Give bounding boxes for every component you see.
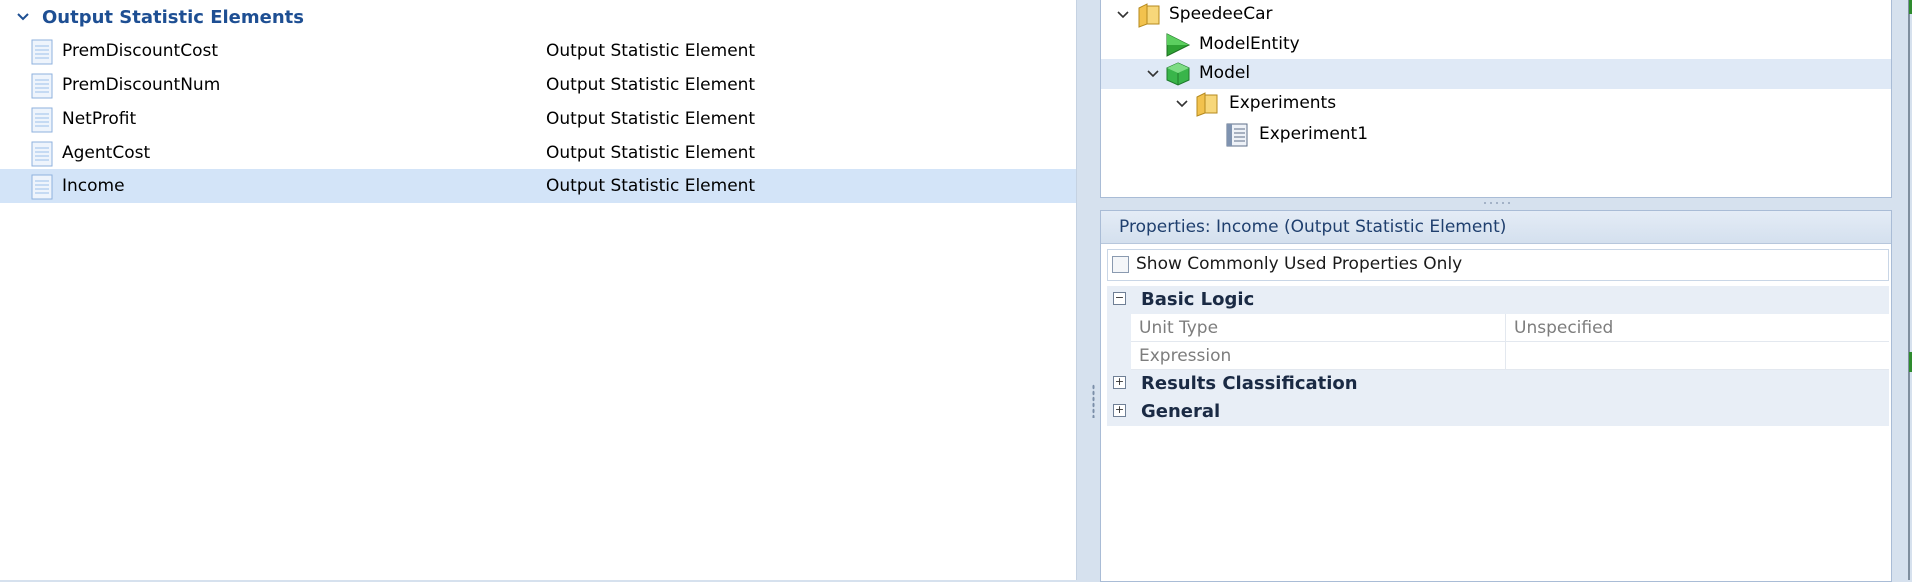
- element-type: Output Statistic Element: [546, 41, 756, 61]
- element-type: Output Statistic Element: [546, 176, 756, 196]
- chevron-down-icon[interactable]: [1174, 96, 1190, 112]
- element-name: Income: [62, 176, 125, 196]
- tree-item-experiment1[interactable]: Experiment1: [1101, 120, 1891, 150]
- tree-item-label: ModelEntity: [1199, 34, 1300, 54]
- tree-item-model[interactable]: Model: [1101, 59, 1891, 89]
- show-common-properties-toggle[interactable]: Show Commonly Used Properties Only: [1107, 249, 1889, 281]
- show-common-label: Show Commonly Used Properties Only: [1136, 254, 1463, 274]
- collapse-icon[interactable]: −: [1113, 292, 1126, 305]
- expand-icon[interactable]: +: [1113, 376, 1126, 389]
- category-general[interactable]: + General: [1107, 398, 1889, 426]
- element-type: Output Statistic Element: [546, 75, 756, 95]
- element-name: NetProfit: [62, 109, 137, 129]
- properties-title-bar: Properties: Income (Output Statistic Ele…: [1101, 211, 1891, 244]
- element-type: Output Statistic Element: [546, 109, 756, 129]
- experiment-icon: [1226, 123, 1248, 147]
- vertical-splitter[interactable]: [1077, 0, 1099, 580]
- document-icon: [31, 39, 53, 65]
- property-row-unit-type[interactable]: Unit Type Unspecified: [1107, 314, 1889, 342]
- entity-icon: [1166, 33, 1191, 57]
- category-results-classification[interactable]: + Results Classification: [1107, 370, 1889, 398]
- category-label: Results Classification: [1141, 373, 1358, 394]
- tree-item-label: Experiment1: [1259, 124, 1369, 144]
- splitter-grip-icon[interactable]: [1092, 384, 1095, 418]
- category-label: Basic Logic: [1141, 289, 1255, 310]
- chevron-down-icon[interactable]: [1115, 7, 1131, 23]
- window-edge-divider: [1908, 0, 1910, 580]
- document-icon: [31, 73, 53, 99]
- group-header-output-statistic-elements[interactable]: Output Statistic Elements: [0, 0, 1076, 34]
- property-value-text: Unspecified: [1514, 318, 1614, 338]
- document-icon: [31, 174, 53, 200]
- element-name: AgentCost: [62, 143, 151, 163]
- show-common-checkbox[interactable]: [1112, 256, 1129, 273]
- property-name: Unit Type: [1131, 314, 1506, 342]
- folder-icon: [1138, 3, 1160, 28]
- horizontal-splitter-grip-icon[interactable]: [1482, 201, 1510, 205]
- category-label: General: [1141, 401, 1221, 422]
- property-grid: − Basic Logic Unit Type Unspecified Expr…: [1107, 286, 1889, 581]
- list-item[interactable]: NetProfit Output Statistic Element: [0, 102, 1076, 136]
- list-item[interactable]: PremDiscountNum Output Statistic Element: [0, 68, 1076, 102]
- properties-title: Properties: Income (Output Statistic Ele…: [1119, 217, 1507, 237]
- tree-item-label: Model: [1199, 63, 1251, 83]
- tree-item-label: Experiments: [1229, 93, 1337, 113]
- property-name-text: Unit Type: [1139, 318, 1219, 338]
- list-item-selected[interactable]: Income Output Statistic Element: [0, 169, 1076, 203]
- properties-panel: Properties: Income (Output Statistic Ele…: [1100, 210, 1892, 582]
- folder-icon: [1196, 92, 1218, 117]
- chevron-down-icon[interactable]: [12, 6, 34, 28]
- element-name: PremDiscountCost: [62, 41, 219, 61]
- tree-item-experiments[interactable]: Experiments: [1101, 89, 1891, 119]
- element-name: PremDiscountNum: [62, 75, 221, 95]
- element-type: Output Statistic Element: [546, 143, 756, 163]
- statistics-list-panel: Output Statistic Elements PremDiscountCo…: [0, 0, 1077, 580]
- property-value[interactable]: Unspecified: [1506, 314, 1889, 342]
- tree-item-label: SpeedeeCar: [1169, 4, 1273, 24]
- tree-item-speedeecar[interactable]: SpeedeeCar: [1101, 0, 1891, 30]
- tree-item-modelentity[interactable]: ModelEntity: [1101, 30, 1891, 60]
- navigation-tree: SpeedeeCar ModelEntity Model Experiments…: [1100, 0, 1892, 198]
- group-title: Output Statistic Elements: [42, 6, 304, 28]
- document-icon: [31, 107, 53, 133]
- model-cube-icon: [1166, 62, 1190, 86]
- category-basic-logic[interactable]: − Basic Logic: [1107, 286, 1889, 314]
- document-icon: [31, 141, 53, 167]
- property-value[interactable]: [1506, 342, 1889, 370]
- chevron-down-icon[interactable]: [1145, 66, 1161, 82]
- list-item[interactable]: AgentCost Output Statistic Element: [0, 136, 1076, 170]
- list-item[interactable]: PremDiscountCost Output Statistic Elemen…: [0, 34, 1076, 68]
- row-gutter: [1107, 342, 1131, 370]
- row-gutter: [1107, 314, 1131, 342]
- property-name: Expression: [1131, 342, 1506, 370]
- property-name-text: Expression: [1139, 346, 1232, 366]
- expand-icon[interactable]: +: [1113, 404, 1126, 417]
- property-row-expression[interactable]: Expression: [1107, 342, 1889, 370]
